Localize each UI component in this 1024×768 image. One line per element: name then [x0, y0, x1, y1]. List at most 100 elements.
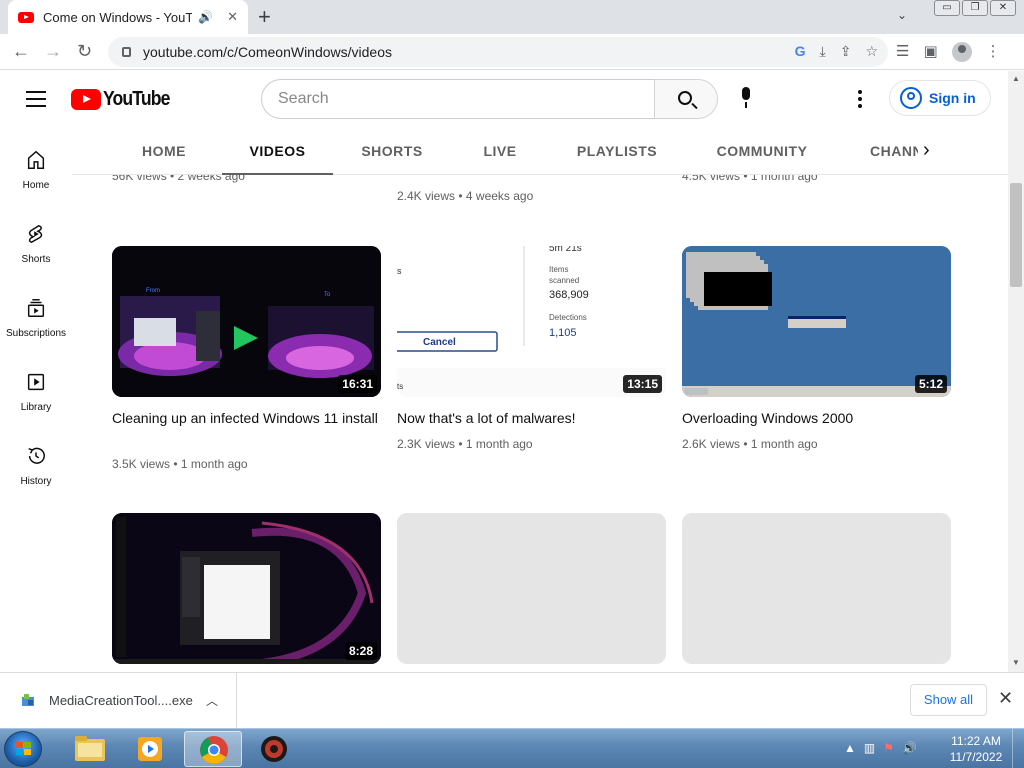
account-circle-icon — [900, 87, 922, 109]
video-title[interactable]: Cleaning up an infected Windows 11 insta… — [112, 408, 381, 428]
chevron-up-icon[interactable]: ︿ — [206, 692, 218, 709]
scroll-up-arrow-icon[interactable]: ▲ — [1012, 74, 1020, 83]
guide-label-history: History — [20, 476, 52, 487]
youtube-logo-text: YouTube — [103, 88, 170, 110]
thumb-items-value: 368,909 — [549, 289, 589, 301]
video-duration: 16:31 — [338, 375, 377, 393]
guide-label-subscriptions: Subscriptions — [5, 328, 67, 339]
subscriptions-icon — [27, 299, 45, 317]
search-input[interactable]: Search — [261, 79, 655, 119]
sign-in-label: Sign in — [929, 90, 976, 106]
start-button[interactable] — [4, 731, 42, 767]
profile-avatar-icon[interactable] — [951, 42, 972, 62]
youtube-logo[interactable]: YouTube — [71, 88, 179, 111]
video-meta: 2.6K views • 1 month ago — [682, 437, 818, 451]
video-meta: 3.5K views • 1 month ago — [112, 457, 248, 471]
chevron-right-icon[interactable]: › — [923, 139, 930, 162]
forward-arrow-icon[interactable]: → — [44, 41, 62, 62]
tab-playlists[interactable]: PLAYLISTS — [572, 127, 662, 175]
guide-item-library[interactable]: Library — [0, 371, 72, 413]
url-text[interactable]: youtube.com/c/ComeonWindows/videos — [143, 44, 392, 60]
taskbar-antivirus-app[interactable] — [246, 731, 304, 767]
tab-channels[interactable]: CHANNELS — [870, 127, 918, 175]
bookmark-star-icon[interactable]: ☆ — [865, 43, 878, 60]
hamburger-menu-icon[interactable] — [26, 91, 46, 107]
window-controls: ▭ ❐ ✕ — [934, 0, 1016, 16]
video-thumbnail[interactable]: 5:12 — [682, 246, 951, 397]
library-icon — [27, 373, 45, 391]
guide-sidebar: Home Shorts Subscriptions Library Histor… — [0, 127, 72, 672]
browser-tab-strip: Come on Windows - YouTube 🔊 ✕ + ⌄ ▭ ❐ ✕ — [0, 0, 1024, 34]
show-desktop-button[interactable] — [1012, 729, 1024, 768]
taskbar-clock[interactable]: 11:22 AM 11/7/2022 — [946, 733, 1006, 765]
thumb-detections-label: Detections — [549, 313, 587, 322]
youtube-favicon-icon — [18, 11, 34, 23]
volume-icon[interactable]: 🔊 — [902, 741, 917, 755]
video-thumbnail[interactable]: From To 16:31 — [112, 246, 381, 397]
minimize-button[interactable]: ▭ — [934, 0, 960, 16]
close-download-bar-icon[interactable]: ✕ — [998, 688, 1013, 709]
browser-tab[interactable]: Come on Windows - YouTube 🔊 ✕ — [8, 0, 248, 34]
reading-list-icon[interactable]: ☰ — [896, 42, 909, 62]
voice-search-button[interactable] — [729, 81, 763, 115]
close-window-button[interactable]: ✕ — [990, 0, 1016, 16]
chrome-menu-icon[interactable]: ⋮ — [986, 42, 1001, 62]
thumbnail-image — [682, 246, 951, 397]
taskbar-explorer[interactable] — [60, 731, 118, 767]
tray-expand-icon[interactable]: ▲ — [844, 741, 856, 755]
loading-thumbnail-placeholder — [397, 513, 666, 664]
address-bar[interactable]: youtube.com/c/ComeonWindows/videos G ⤓ ⇪… — [108, 37, 888, 67]
tab-community[interactable]: COMMUNITY — [712, 127, 812, 175]
thumb-fragment: ts — [397, 382, 403, 391]
video-title[interactable]: Overloading Windows 2000 — [682, 408, 951, 428]
scroll-down-arrow-icon[interactable]: ▼ — [1012, 658, 1020, 667]
thumb-cancel-text: Cancel — [423, 337, 456, 348]
reload-icon[interactable]: ↻ — [77, 41, 92, 62]
network-icon[interactable]: ▥ — [864, 741, 875, 755]
guide-item-subscriptions[interactable]: Subscriptions — [0, 297, 72, 339]
new-tab-button[interactable]: + — [258, 4, 271, 30]
guide-item-shorts[interactable]: Shorts — [0, 223, 72, 265]
video-thumbnail[interactable]: 8:28 — [112, 513, 381, 664]
tab-shorts[interactable]: SHORTS — [356, 127, 428, 175]
taskbar-media-player[interactable] — [122, 731, 180, 767]
tab-videos[interactable]: VIDEOS — [222, 127, 333, 175]
video-title[interactable]: Now that's a lot of malwares! — [397, 408, 666, 428]
search-icon — [678, 91, 692, 105]
side-panel-icon[interactable]: ▣ — [923, 42, 937, 62]
video-meta: 56K views • 2 weeks ago — [112, 175, 245, 183]
chrome-icon — [200, 736, 228, 764]
scroll-thumb[interactable] — [1010, 183, 1022, 287]
sign-in-button[interactable]: Sign in — [889, 80, 991, 116]
channel-tabs: HOME VIDEOS SHORTS LIVE PLAYLISTS COMMUN… — [72, 127, 1008, 175]
action-center-flag-icon[interactable]: ⚑ — [883, 741, 894, 755]
share-icon[interactable]: ⇪ — [840, 43, 852, 60]
back-arrow-icon[interactable]: ← — [12, 41, 30, 62]
thumb-fragment: s — [397, 266, 402, 276]
lock-icon[interactable] — [122, 47, 131, 57]
show-all-downloads-button[interactable]: Show all — [910, 684, 987, 716]
google-translate-icon[interactable]: G — [795, 43, 806, 60]
thumb-detections-value: 1,105 — [549, 327, 577, 339]
install-app-icon[interactable]: ⤓ — [820, 43, 826, 60]
speaker-icon[interactable]: 🔊 — [198, 10, 213, 24]
tab-search-chevron-icon[interactable]: ⌄ — [897, 8, 907, 22]
search-button[interactable] — [654, 79, 718, 119]
download-item[interactable]: MediaCreationTool....exe ︿ — [0, 673, 237, 729]
tab-home[interactable]: HOME — [126, 127, 202, 175]
settings-kebab-icon[interactable] — [858, 90, 862, 111]
guide-label-shorts: Shorts — [21, 254, 51, 265]
browser-toolbar: ← → ↻ youtube.com/c/ComeonWindows/videos… — [0, 34, 1024, 70]
tab-close-icon[interactable]: ✕ — [227, 9, 238, 25]
tab-title: Come on Windows - YouTube — [43, 9, 193, 25]
guide-item-home[interactable]: Home — [0, 149, 72, 191]
home-icon — [27, 150, 45, 169]
video-meta: 2.3K views • 1 month ago — [397, 437, 533, 451]
page-scrollbar[interactable]: ▲ ▼ — [1008, 71, 1024, 672]
video-grid: 56K views • 2 weeks ago 2.4K views • 4 w… — [72, 175, 1008, 672]
video-thumbnail[interactable]: 5m 21s Items scanned 368,909 Detections … — [397, 246, 666, 397]
guide-item-history[interactable]: History — [0, 445, 72, 487]
maximize-button[interactable]: ❐ — [962, 0, 988, 16]
taskbar-chrome[interactable] — [184, 731, 242, 767]
tab-live[interactable]: LIVE — [474, 127, 526, 175]
